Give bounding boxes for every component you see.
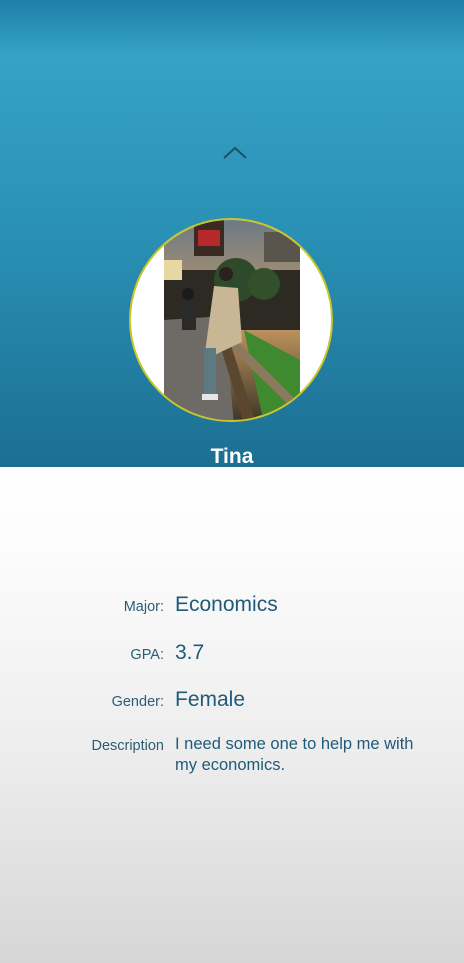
profile-screen: Tina Major: Economics GPA: 3.7 Gender: F… bbox=[0, 0, 464, 963]
description-value: I need some one to help me with my econo… bbox=[175, 735, 414, 774]
profile-header: Tina bbox=[0, 0, 464, 468]
gender-label: Gender: bbox=[111, 694, 164, 710]
profile-photo bbox=[164, 220, 300, 420]
chevron-up-icon[interactable] bbox=[222, 146, 248, 160]
major-label: Major: bbox=[123, 599, 164, 615]
description-label: Description bbox=[91, 738, 164, 754]
profile-details-panel: Major: Economics GPA: 3.7 Gender: Female… bbox=[0, 467, 464, 963]
major-value: Economics bbox=[175, 593, 278, 616]
gpa-value: 3.7 bbox=[175, 641, 205, 664]
gender-value: Female bbox=[175, 688, 246, 711]
gpa-label: GPA: bbox=[130, 647, 164, 663]
avatar[interactable] bbox=[129, 218, 333, 422]
